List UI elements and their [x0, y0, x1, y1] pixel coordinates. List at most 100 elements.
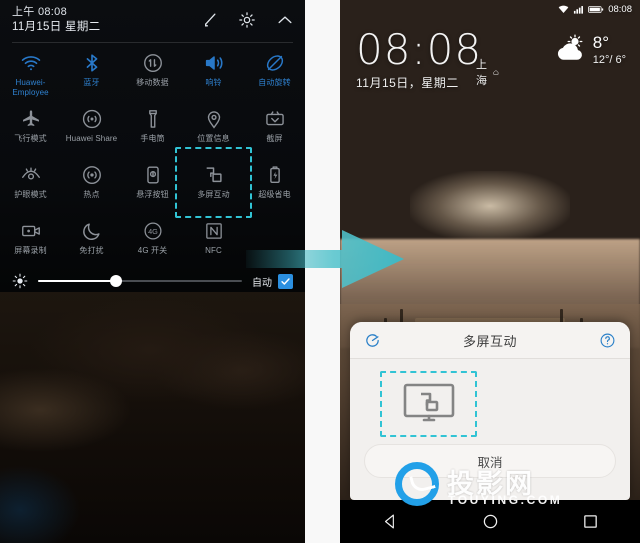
quick-toggle-screenshot[interactable]: 截屏	[244, 102, 305, 158]
quick-toggle-nfc[interactable]: NFC	[183, 214, 244, 270]
navigation-bar	[340, 500, 640, 543]
shade-header: 上午 08:08 11月15日 星期二	[12, 6, 295, 42]
weather-widget[interactable]: 8° 12°/ 6°	[553, 34, 626, 66]
triangle-back-icon[interactable]	[382, 513, 399, 530]
screenshot-icon	[265, 111, 284, 126]
ringer-icon	[205, 56, 223, 70]
square-recents-icon[interactable]	[582, 513, 599, 530]
slider-thumb[interactable]	[109, 275, 122, 287]
bluetooth-icon	[86, 54, 97, 72]
quick-toggle-label: 免打扰	[79, 246, 104, 255]
partly-cloudy-icon	[557, 34, 583, 60]
battery-icon	[588, 5, 604, 13]
quick-toggle-label: 超级省电	[258, 190, 291, 199]
quick-toggle-eye-comfort[interactable]: 护眼模式	[0, 158, 61, 214]
shade-header-divider	[12, 42, 293, 43]
settings-gear-icon[interactable]	[237, 10, 257, 30]
quick-toggle-huawei-share[interactable]: Huawei Share	[61, 102, 122, 158]
quick-toggle-label: 响铃	[205, 78, 222, 87]
quick-toggle-location[interactable]: 位置信息	[183, 102, 244, 158]
quick-toggle-hotspot[interactable]: 热点	[61, 158, 122, 214]
wifi-icon	[558, 5, 569, 13]
refresh-icon[interactable]	[364, 332, 381, 349]
device-list-area	[350, 359, 630, 451]
quick-toggle-flashlight[interactable]: 手电筒	[122, 102, 183, 158]
quick-toggle-label: 移动数据	[136, 78, 169, 87]
quick-toggle-label: 4G 开关	[137, 246, 168, 255]
quick-toggle-label: 蓝牙	[83, 78, 100, 87]
quick-toggle-screen-record[interactable]: 屏幕录制	[0, 214, 61, 270]
quick-toggle-auto-rotate[interactable]: 自动旋转	[244, 46, 305, 102]
cancel-button[interactable]: 取消	[364, 444, 616, 478]
status-bar: 08:08	[340, 0, 640, 18]
circle-home-icon[interactable]	[482, 513, 499, 530]
dialog-title: 多屏互动	[462, 333, 517, 349]
cast-device-item[interactable]	[380, 371, 477, 437]
wifi-icon	[21, 56, 40, 71]
quick-toggle-label: Huawei-Employee	[12, 78, 49, 97]
auto-rotate-icon	[266, 55, 283, 71]
flow-arrow	[246, 228, 406, 290]
help-question-icon[interactable]	[599, 332, 616, 349]
quick-toggle-bluetooth[interactable]: 蓝牙	[61, 46, 122, 102]
quick-toggle-multi-screen[interactable]: 多屏互动	[183, 158, 244, 214]
4g-toggle-icon: 4G	[143, 222, 162, 240]
edit-icon[interactable]	[199, 10, 219, 30]
quick-toggle-label: Huawei Share	[65, 134, 118, 143]
weather-range: 12°/ 6°	[592, 54, 626, 66]
weather-temp: 8°	[592, 33, 609, 52]
home-icon	[493, 69, 499, 75]
signal-bars-icon	[574, 5, 584, 14]
floating-dock-icon	[146, 166, 159, 184]
quick-toggle-label: 截屏	[266, 134, 283, 143]
do-not-disturb-icon	[82, 223, 100, 240]
screenshot-root: 上午 08:08 11月15日 星期二 Huawei-Employee 蓝牙 移…	[0, 0, 640, 543]
quick-toggle-label: 护眼模式	[14, 190, 47, 199]
cancel-button-label: 取消	[477, 455, 503, 470]
airplane-icon	[22, 110, 39, 127]
location-pin-icon	[207, 111, 220, 129]
quick-toggle-label: 飞行模式	[14, 134, 47, 143]
quick-toggle-ultra-power-saving[interactable]: 超级省电	[244, 158, 305, 214]
slider-fill	[38, 280, 116, 282]
multi-screen-dialog: 多屏互动 取消	[350, 322, 630, 500]
quick-toggle-label: 热点	[83, 190, 100, 199]
quick-toggle-mobile-data[interactable]: 移动数据	[122, 46, 183, 102]
dialog-header: 多屏互动	[350, 322, 630, 359]
brightness-sun-icon	[12, 273, 28, 289]
quick-toggle-floating-dock[interactable]: 悬浮按钮	[122, 158, 183, 214]
brightness-slider[interactable]	[38, 274, 242, 288]
multi-screen-cast-icon	[206, 167, 222, 183]
clock-time: 08:08	[356, 25, 483, 74]
quick-toggle-label: 自动旋转	[258, 78, 291, 87]
screen-record-icon	[21, 225, 40, 237]
quick-toggle-do-not-disturb[interactable]: 免打扰	[61, 214, 122, 270]
quick-toggle-airplane[interactable]: 飞行模式	[0, 102, 61, 158]
left-wallpaper	[0, 290, 305, 543]
nfc-icon	[205, 223, 222, 239]
clock-widget[interactable]: 08:08 上海 11月15日，星期二	[356, 25, 499, 91]
quick-toggle-label: 悬浮按钮	[136, 190, 169, 199]
sunset-glow	[410, 171, 570, 242]
quick-toggle-label: 多屏互动	[197, 190, 230, 199]
quick-toggle-ringer[interactable]: 响铃	[183, 46, 244, 102]
mobile-data-icon	[143, 54, 162, 72]
clock-city-label: 上海	[476, 59, 487, 87]
quick-toggle-label: 手电筒	[140, 134, 165, 143]
cast-display-icon	[403, 383, 454, 422]
ultra-power-saving-icon	[269, 166, 280, 184]
quick-toggle-label: NFC	[205, 246, 222, 255]
flashlight-icon	[148, 110, 157, 128]
shade-header-icons	[199, 10, 295, 30]
hotspot-icon	[82, 166, 101, 184]
svg-text:4G: 4G	[148, 227, 158, 236]
quick-toggle-label: 屏幕录制	[14, 246, 47, 255]
chevron-up-icon[interactable]	[275, 10, 295, 30]
quick-toggle-4g[interactable]: 4G 4G 开关	[122, 214, 183, 270]
eye-comfort-icon	[21, 167, 40, 180]
status-bar-time: 08:08	[608, 3, 632, 15]
clock-date: 11月15日，星期二	[356, 76, 459, 90]
quick-toggle-label: 位置信息	[197, 134, 230, 143]
clock-city: 上海	[476, 56, 499, 88]
quick-toggle-wifi[interactable]: Huawei-Employee	[0, 46, 61, 102]
